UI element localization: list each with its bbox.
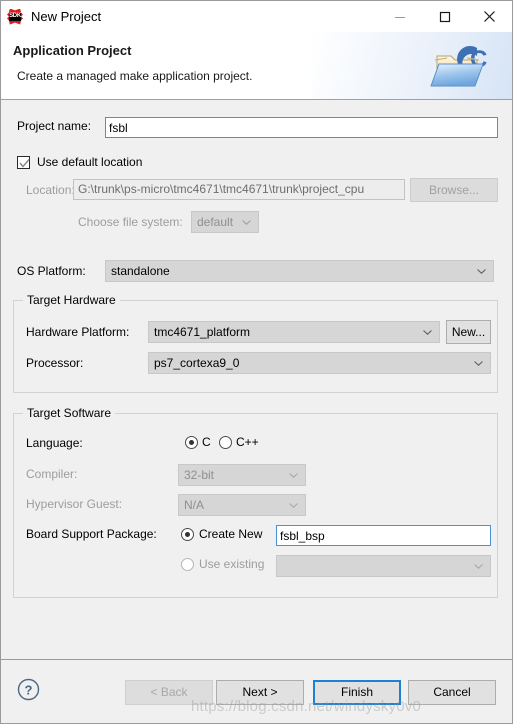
dialog-footer: ? < Back Next > Finish Cancel [1,659,512,723]
title-bar: SDK New Project [1,1,512,32]
processor-value: ps7_cortexa9_0 [154,356,240,370]
back-button: < Back [125,680,213,705]
hypervisor-guest-combo: N/A [178,494,306,516]
question-mark-icon[interactable]: ? [17,678,40,701]
svg-text:?: ? [25,683,33,698]
bsp-use-existing-label: Use existing [199,557,265,571]
project-name-row: Project name: [17,119,91,133]
window-title: New Project [31,9,102,24]
target-software-group-title: Target Software [23,406,116,420]
chevron-down-icon [474,564,483,569]
minimize-button[interactable] [377,1,422,32]
target-hardware-group: Target Hardware Hardware Platform: tmc46… [13,293,498,393]
bsp-create-new-option[interactable]: Create New [181,527,262,541]
compiler-label: Compiler: [26,467,78,481]
language-c-radio[interactable] [185,435,198,449]
file-system-combo: default [191,211,259,233]
new-project-dialog: SDK New Project Application Project Crea… [0,0,513,724]
language-c-option[interactable]: C [185,435,211,449]
location-label-wrap: Location: [26,183,75,197]
compiler-value: 32-bit [184,468,215,482]
chevron-down-icon [423,330,432,335]
hardware-platform-label: Hardware Platform: [26,325,130,339]
bsp-label-wrap: Board Support Package: [26,527,157,541]
board-support-package-label: Board Support Package: [26,527,157,541]
chevron-down-icon [289,503,298,508]
language-cpp-radio[interactable] [219,435,232,449]
maximize-button[interactable] [422,1,467,32]
hypervisor-label-wrap: Hypervisor Guest: [26,497,122,511]
language-label-wrap: Language: [26,436,83,450]
close-button[interactable] [467,1,512,32]
dialog-body: Project name: Use default location Locat… [1,100,512,659]
compiler-label-wrap: Compiler: [26,467,77,481]
choose-file-system-label: Choose file system: [78,215,183,229]
processor-label-wrap: Processor: [26,356,83,370]
language-cpp-label: C++ [236,435,259,449]
next-button[interactable]: Next > [216,680,304,705]
cancel-button[interactable]: Cancel [408,680,496,705]
window-controls [377,1,512,32]
os-platform-combo[interactable]: standalone [105,260,494,282]
sdk-icon: SDK [7,8,23,25]
file-system-label-wrap: Choose file system: [78,215,183,229]
wizard-header: Application Project Create a managed mak… [1,32,512,100]
os-platform-value: standalone [111,264,170,278]
c-folder-icon: C [429,40,495,94]
processor-label: Processor: [26,356,84,370]
os-platform-label: OS Platform: [17,264,86,278]
use-default-location-label: Use default location [37,155,143,169]
use-default-location-checkbox[interactable] [17,155,30,169]
bsp-create-new-radio[interactable] [181,527,194,541]
target-software-group: Target Software Language: C C++ Compiler… [13,406,498,598]
language-cpp-option[interactable]: C++ [219,435,259,449]
file-system-value: default [197,215,234,229]
bsp-use-existing-combo [276,555,491,577]
bsp-use-existing-option: Use existing [181,557,264,571]
browse-button: Browse... [410,178,498,202]
finish-button[interactable]: Finish [313,680,401,705]
language-c-label: C [202,435,211,449]
language-label: Language: [26,436,83,450]
processor-combo[interactable]: ps7_cortexa9_0 [148,352,491,374]
chevron-down-icon [242,220,251,225]
hardware-platform-combo[interactable]: tmc4671_platform [148,321,440,343]
chevron-down-icon [289,473,298,478]
project-name-label: Project name: [17,119,92,133]
bsp-create-new-input[interactable] [276,525,491,546]
hardware-platform-value: tmc4671_platform [154,325,251,339]
use-default-location-row[interactable]: Use default location [17,155,142,169]
hardware-platform-label-wrap: Hardware Platform: [26,325,129,339]
chevron-down-icon [477,269,486,274]
project-name-input[interactable] [105,117,498,138]
target-hardware-group-title: Target Hardware [23,293,120,307]
new-hardware-platform-button[interactable]: New... [446,320,491,344]
hypervisor-guest-value: N/A [184,498,205,512]
location-label: Location: [26,183,75,197]
compiler-combo: 32-bit [178,464,306,486]
chevron-down-icon [474,361,483,366]
bsp-create-new-label: Create New [199,527,263,541]
hypervisor-guest-label: Hypervisor Guest: [26,497,123,511]
location-field: G:\trunk\ps-micro\tmc4671\tmc4671\trunk\… [73,179,405,200]
bsp-use-existing-radio [181,557,194,571]
os-platform-label-wrap: OS Platform: [17,264,86,278]
